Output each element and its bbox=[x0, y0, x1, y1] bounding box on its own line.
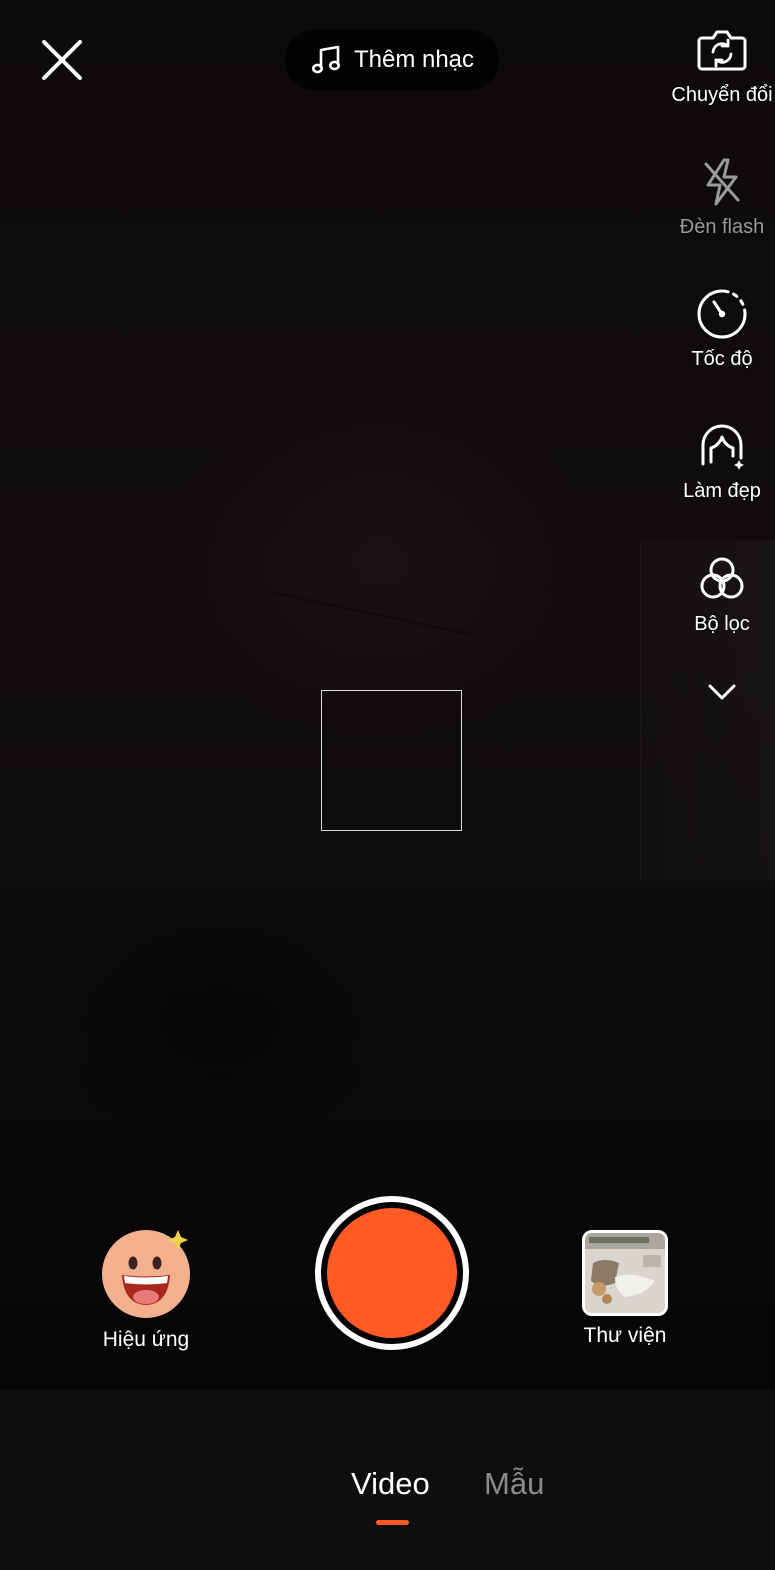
chevron-down-icon bbox=[708, 684, 736, 700]
active-mode-indicator bbox=[376, 1520, 409, 1525]
effects-label: Hiệu ứng bbox=[102, 1328, 190, 1351]
add-music-button[interactable]: Thêm nhạc bbox=[285, 30, 499, 90]
flash-off-icon bbox=[694, 154, 750, 210]
filters-button[interactable]: Bộ lọc bbox=[662, 551, 775, 636]
focus-indicator bbox=[321, 690, 462, 831]
speed-button[interactable]: Tốc độ bbox=[662, 286, 775, 371]
speed-label: Tốc độ bbox=[691, 348, 753, 370]
filters-label: Bộ lọc bbox=[694, 613, 750, 635]
speed-icon bbox=[694, 286, 750, 342]
close-button[interactable] bbox=[36, 34, 88, 86]
tab-template[interactable]: Mẫu bbox=[484, 1466, 544, 1502]
flash-label: Đèn flash bbox=[679, 216, 765, 238]
add-music-label: Thêm nhạc bbox=[353, 46, 475, 73]
effects-smiley-icon bbox=[102, 1230, 190, 1318]
flash-button[interactable]: Đèn flash bbox=[662, 154, 775, 239]
viewfinder-background-line bbox=[274, 592, 471, 636]
effects-button[interactable]: Hiệu ứng bbox=[96, 1228, 196, 1352]
music-note-icon bbox=[311, 45, 340, 74]
record-button[interactable] bbox=[315, 1196, 469, 1350]
more-tools-button[interactable] bbox=[704, 676, 740, 708]
gallery-thumbnail bbox=[582, 1230, 668, 1316]
filters-icon bbox=[694, 551, 750, 607]
flip-camera-label: Chuyển đổi bbox=[671, 84, 773, 106]
camera-flip-icon bbox=[694, 22, 750, 78]
beauty-face-icon bbox=[694, 418, 750, 474]
close-icon bbox=[42, 40, 82, 80]
record-button-core bbox=[327, 1208, 457, 1338]
beauty-label: Làm đẹp bbox=[683, 480, 761, 502]
gallery-button[interactable]: Thư viện bbox=[565, 1230, 685, 1348]
tab-video[interactable]: Video bbox=[351, 1466, 430, 1502]
flip-camera-button[interactable]: Chuyển đổi bbox=[662, 22, 775, 107]
beauty-button[interactable]: Làm đẹp bbox=[662, 418, 775, 503]
gallery-label: Thư viện bbox=[583, 1324, 667, 1347]
